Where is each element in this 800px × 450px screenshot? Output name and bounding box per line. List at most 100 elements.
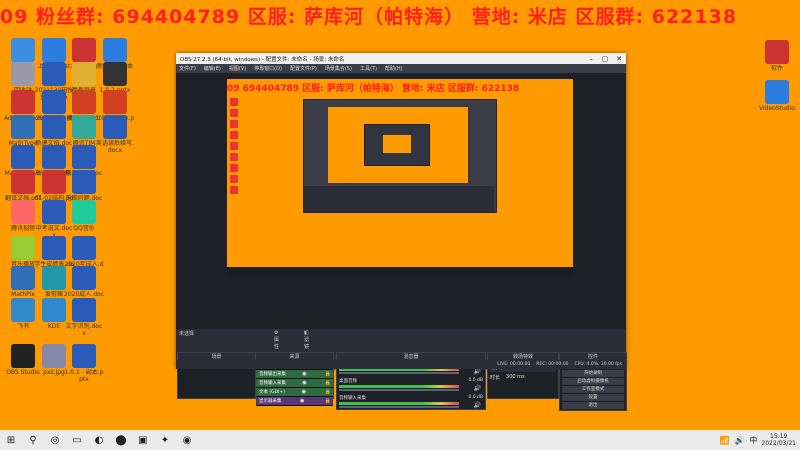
lock-icon[interactable]: 🔒 [325, 389, 331, 395]
clock-time: 15:19 [770, 433, 788, 440]
desktop-icon[interactable]: 文字识别.docx [64, 298, 104, 337]
taskbar-app[interactable]: ▣ [132, 430, 154, 450]
visibility-icon[interactable]: ◉ [302, 371, 306, 377]
pc-icon [11, 38, 35, 62]
speaker-icon[interactable]: 🔊 [474, 402, 481, 409]
desktop-icon[interactable]: VideoStudio [757, 80, 797, 112]
menu-item[interactable]: 配置文件(P) [290, 65, 317, 72]
image-icon [72, 38, 96, 62]
menu-item[interactable]: 场景集合(S) [325, 65, 352, 72]
control-button[interactable]: 设置 [562, 394, 624, 401]
music-icon [72, 200, 96, 224]
cpu-status: CPU: 4.0%, 30.00 fps [574, 362, 623, 367]
word-icon [42, 90, 66, 114]
source-name: 文本 (GDI+) [259, 390, 285, 395]
network-icon[interactable]: 📶 [719, 436, 729, 445]
volume-slider[interactable] [339, 372, 459, 374]
source-item[interactable]: 音频输出采集 ◉ 🔒 [256, 370, 333, 379]
volume-meter [339, 402, 459, 405]
mixer-channel-name: 音频输入采集 [339, 396, 366, 401]
menu-item[interactable]: 停靠窗口(D) [254, 65, 282, 72]
menu-item[interactable]: 工具(T) [360, 65, 377, 72]
desktop-icon[interactable]: 软件 [757, 40, 797, 72]
word-icon [103, 115, 127, 139]
desktop-icon-label: QQ音乐 [73, 225, 95, 232]
preview-banner: 09 694404789 区服: 萨库河（帕特海） 营地: 米店 区服群: 62… [227, 84, 520, 93]
lock-icon[interactable]: 🔒 [325, 380, 331, 386]
speaker-icon[interactable]: 🔊 [474, 385, 481, 392]
taskbar-app[interactable]: ⚲ [22, 430, 44, 450]
taskbar-app[interactable]: ◎ [44, 430, 66, 450]
source-item[interactable]: 音频输入采集 ◉ 🔒 [256, 379, 333, 388]
taskbar-app[interactable]: ✦ [154, 430, 176, 450]
word-icon [72, 145, 96, 169]
source-item[interactable]: 显示器采集 ◉ 🔒 [256, 397, 333, 406]
folder-icon [72, 62, 96, 86]
visibility-icon[interactable]: ◉ [300, 398, 304, 404]
video-icon [11, 200, 35, 224]
visibility-icon[interactable]: ◉ [302, 380, 306, 386]
menu-item[interactable]: 编辑(E) [204, 65, 221, 72]
menu-item[interactable]: 帮助(H) [385, 65, 403, 72]
word-icon [72, 170, 96, 194]
desktop-icon-label: 文字识别.docx [65, 323, 103, 337]
taskbar-app[interactable]: ⊞ [0, 430, 22, 450]
duration-input[interactable]: 300 ms [506, 374, 525, 381]
visibility-icon[interactable]: ◉ [302, 389, 306, 395]
maximize-icon[interactable]: ▢ [598, 55, 612, 63]
menu-item[interactable]: 文件(F) [179, 65, 196, 72]
close-icon[interactable]: ✕ [612, 55, 626, 63]
desktop-icon[interactable]: QQ音乐 [64, 200, 104, 232]
word-icon [72, 298, 96, 322]
speaker-icon[interactable]: 🔊 [474, 368, 481, 375]
nested-core [364, 124, 430, 166]
music-icon [11, 236, 35, 260]
taskbar-app[interactable]: ◐ [88, 430, 110, 450]
taskbar-app[interactable]: ▭ [66, 430, 88, 450]
doc-icon [103, 38, 127, 62]
source-name: 音频输出采集 [259, 372, 286, 377]
volume-slider[interactable] [339, 389, 459, 391]
minimize-icon[interactable]: – [584, 55, 598, 63]
lock-icon[interactable]: 🔒 [325, 371, 331, 377]
filters-button[interactable]: ◧ 滤镜 [304, 330, 309, 350]
mixer-db: 0.0 dB [468, 395, 483, 400]
tim-icon [72, 115, 96, 139]
mixer-db: 0.0 dB [468, 378, 483, 383]
duration-label: 时长 [490, 375, 501, 381]
control-button[interactable]: 工作室模式 [562, 386, 624, 393]
kde-icon [42, 298, 66, 322]
live-status: LIVE: 00:00:00 [497, 362, 531, 367]
obs-titlebar[interactable]: OBS 27.2.3 (64-bit, windows) - 配置文件: 未命名… [176, 53, 626, 64]
volume-icon[interactable]: 🔊 [734, 436, 744, 445]
control-button[interactable]: 开始录制 [562, 370, 624, 377]
clock[interactable]: 15:19 2022/03/21 [761, 433, 796, 447]
taskbar-app[interactable]: ◉ [176, 430, 198, 450]
preview-canvas: 09 694404789 区服: 萨库河（帕特海） 营地: 米店 区服群: 62… [227, 79, 573, 274]
obs-window[interactable]: OBS 27.2.3 (64-bit, windows) - 配置文件: 未命名… [176, 53, 627, 411]
ppt-icon [103, 62, 127, 86]
word-icon [42, 236, 66, 260]
desktop-icon[interactable]: 1.0.1 - 副本.pptx [64, 344, 104, 383]
no-source-label: 未选择 [179, 331, 195, 337]
obs-preview[interactable]: 09 694404789 区服: 萨库河（帕特海） 营地: 米店 区服群: 62… [176, 73, 626, 329]
taskbar-app[interactable]: ⬤ [110, 430, 132, 450]
feishu-icon [11, 298, 35, 322]
obs-statusbar: LIVE: 00:00:00 REC: 00:00:00 CPU: 4.0%, … [176, 360, 626, 369]
control-button[interactable]: 启动虚拟摄像机 [562, 378, 624, 385]
source-toolbar: 未选择 ⚙ 属性 ◧ 滤镜 [177, 330, 309, 350]
volume-slider[interactable] [339, 406, 459, 408]
properties-button[interactable]: ⚙ 属性 [274, 330, 279, 350]
ppt-icon [72, 90, 96, 114]
ppt-icon [103, 90, 127, 114]
window-controls: – ▢ ✕ [584, 55, 626, 63]
acrobat-icon [11, 90, 35, 114]
mixer-channel: 音频输入采集 0.0 dB 🔊 [337, 395, 485, 412]
source-item[interactable]: 文本 (GDI+) ◉ 🔒 [256, 388, 333, 397]
system-tray: 📶 🔊 中 15:19 2022/03/21 [714, 430, 796, 450]
ime-icon[interactable]: 中 [749, 435, 757, 446]
preview-taskbar [227, 267, 573, 274]
lock-icon[interactable]: 🔒 [325, 398, 331, 404]
menu-item[interactable]: 视图(V) [229, 65, 246, 72]
control-button[interactable]: 退出 [562, 402, 624, 409]
